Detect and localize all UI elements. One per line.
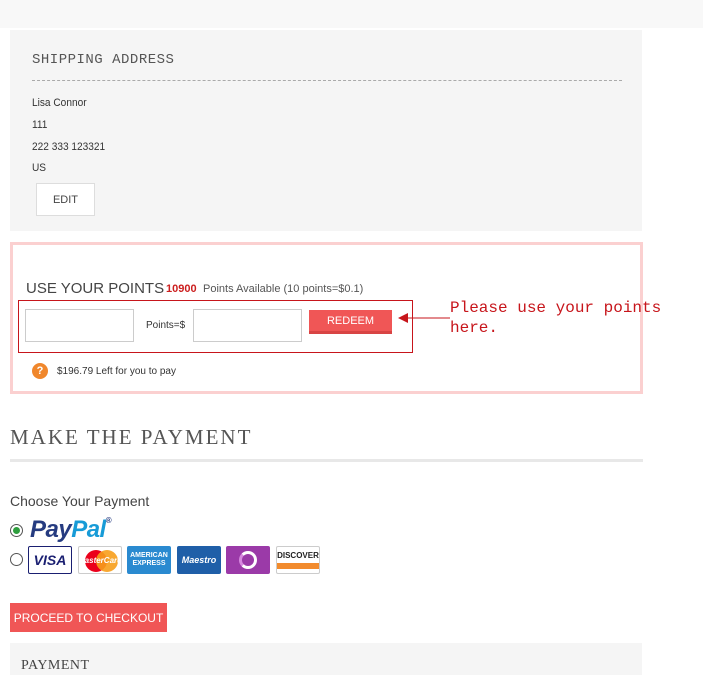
address-name: Lisa Connor	[32, 97, 87, 109]
paypal-logo[interactable]: PayPal®	[30, 516, 112, 544]
points-conversion-label: Points=$	[146, 320, 186, 331]
paypal-logo-pal: Pal	[71, 516, 106, 543]
points-available-text: Points Available (10 points=$0.1)	[203, 283, 364, 295]
visa-icon: VISA	[28, 546, 72, 574]
payment-panel: PAYMENT	[10, 643, 642, 675]
callout-text-line1: Please use your points	[450, 299, 662, 317]
usd-amount-input[interactable]	[193, 309, 302, 342]
top-strip	[0, 0, 703, 28]
mastercard-icon: MasterCard	[78, 546, 122, 574]
amex-text-line1: AMERICAN	[130, 552, 168, 559]
maestro-icon: Maestro	[177, 546, 221, 574]
amex-icon: AMERICAN EXPRESS	[127, 546, 171, 574]
shipping-address-title: SHIPPING ADDRESS	[32, 52, 175, 68]
maestro-text: Maestro	[181, 555, 217, 565]
edit-address-button[interactable]: EDIT	[36, 183, 95, 216]
callout-text-line2: here.	[450, 319, 499, 337]
amex-text-line2: EXPRESS	[132, 560, 166, 567]
card-radio[interactable]	[10, 553, 23, 566]
use-points-title: USE YOUR POINTS	[26, 280, 165, 297]
points-count: 10900	[166, 283, 197, 295]
choose-payment-label: Choose Your Payment	[10, 493, 150, 509]
paypal-logo-reg: ®	[105, 516, 112, 525]
solo-icon	[226, 546, 270, 574]
mastercard-text: MasterCard	[78, 555, 122, 565]
callout-arrow-icon	[398, 313, 450, 323]
shipping-divider	[32, 80, 622, 81]
make-payment-divider	[10, 459, 643, 462]
address-phone: 222 333 123321	[32, 141, 106, 153]
discover-text: DISCOVER	[277, 551, 319, 560]
points-input[interactable]	[25, 309, 134, 342]
paypal-radio[interactable]	[10, 524, 23, 537]
address-line1: 111	[32, 119, 48, 131]
payment-panel-title: PAYMENT	[21, 658, 90, 673]
redeem-button[interactable]: REDEEM	[309, 310, 392, 334]
address-country: US	[32, 162, 47, 174]
shipping-address-panel: SHIPPING ADDRESS Lisa Connor 111 222 333…	[10, 30, 642, 231]
discover-bar	[277, 563, 319, 569]
make-payment-title: MAKE THE PAYMENT	[10, 425, 253, 449]
discover-icon: DISCOVER	[276, 546, 320, 574]
left-to-pay-text: $196.79 Left for you to pay	[57, 366, 176, 377]
paypal-logo-pay: Pay	[30, 516, 72, 543]
callout-text: Please use your points here.	[450, 298, 661, 338]
question-icon: ?	[32, 363, 48, 379]
solo-swirl	[239, 551, 257, 569]
visa-text: VISA	[33, 552, 67, 568]
proceed-to-checkout-button[interactable]: PROCEED TO CHECKOUT	[10, 603, 167, 632]
